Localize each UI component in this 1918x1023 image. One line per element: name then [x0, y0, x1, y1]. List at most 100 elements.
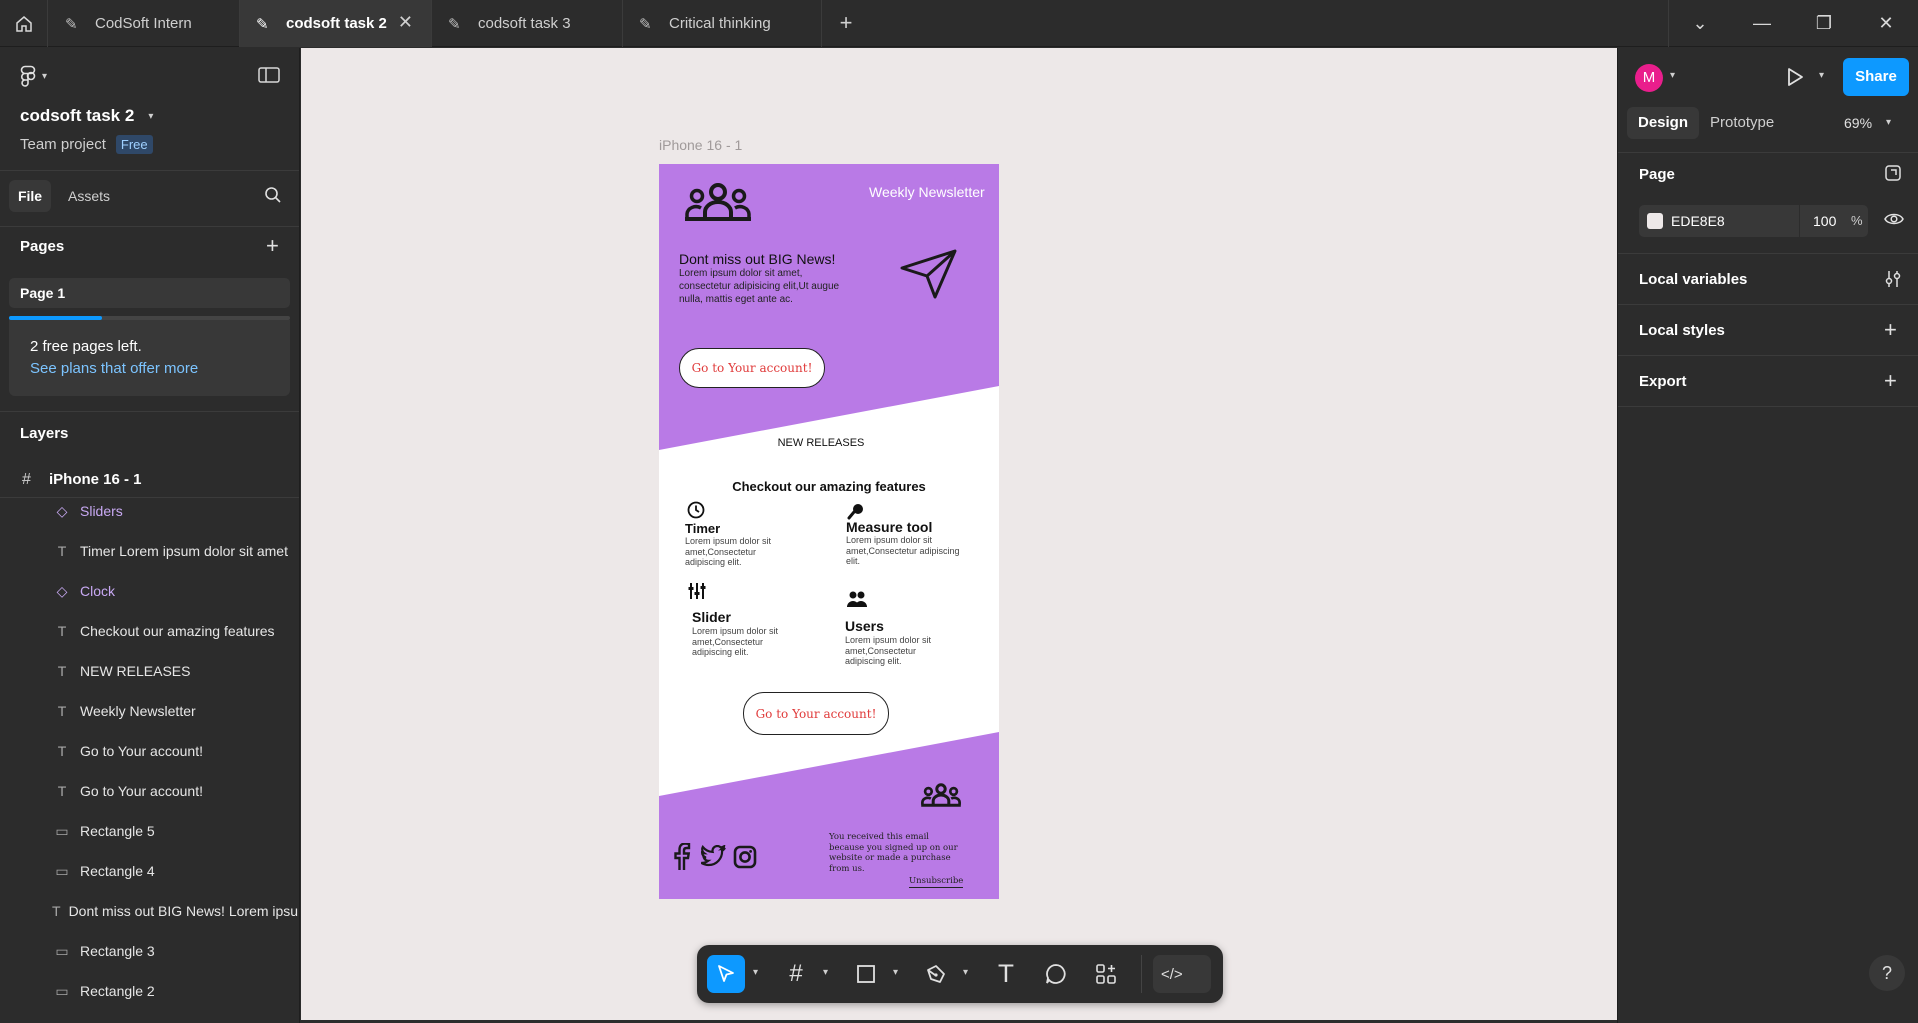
variables-icon[interactable]	[1884, 270, 1902, 288]
chevron-down-icon[interactable]: ▾	[1670, 70, 1675, 81]
footer-disclaimer-text[interactable]: You received this email because you sign…	[829, 832, 964, 874]
chevron-down-icon[interactable]: ▾	[893, 967, 898, 978]
iphone-frame[interactable]: Weekly Newsletter Dont miss out BIG News…	[659, 164, 999, 899]
tab-assets[interactable]: Assets	[68, 180, 110, 212]
chevron-down-icon[interactable]: ▾	[753, 967, 758, 978]
weekly-newsletter-text[interactable]: Weekly Newsletter	[869, 184, 985, 200]
tab-prototype[interactable]: Prototype	[1710, 107, 1774, 139]
headline-body-text[interactable]: Lorem ipsum dolor sit amet, consectetur …	[679, 267, 849, 306]
export-row[interactable]: Export +	[1618, 356, 1918, 406]
component-icon: ◇	[56, 502, 68, 519]
page-fill-field[interactable]: EDE8E8 100 %	[1639, 205, 1868, 237]
layer-item[interactable]: ▭ Rectangle 5	[0, 811, 299, 851]
layer-item[interactable]: ▭ Rectangle 3	[0, 931, 299, 971]
page-color-hex[interactable]: EDE8E8	[1671, 213, 1725, 229]
team-project-label[interactable]: Team project	[20, 136, 106, 153]
facebook-icon[interactable]	[673, 843, 691, 871]
present-button[interactable]	[1785, 66, 1809, 90]
zoom-control[interactable]: 69% ▾	[1844, 107, 1891, 139]
plus-icon[interactable]: +	[1884, 368, 1897, 394]
feature-title-users[interactable]: Users	[845, 618, 884, 634]
code-icon: </>	[1161, 965, 1183, 983]
local-variables-row[interactable]: Local variables	[1618, 254, 1918, 304]
cta-top-button[interactable]: Go to Your account!	[679, 348, 825, 388]
feature-desc-users[interactable]: Lorem ipsum dolor sit amet,Consectetur a…	[845, 635, 945, 667]
visibility-button[interactable]	[1884, 211, 1904, 231]
new-releases-text[interactable]: NEW RELEASES	[659, 437, 983, 449]
layer-item[interactable]: ◇ Clock	[0, 571, 299, 611]
comment-tool-button[interactable]	[1037, 955, 1075, 993]
headline-text[interactable]: Dont miss out BIG News!	[679, 251, 835, 267]
layer-item[interactable]: T Go to Your account!	[0, 731, 299, 771]
search-button[interactable]	[264, 186, 284, 206]
layer-label: Sliders	[80, 503, 123, 519]
instagram-icon[interactable]	[733, 845, 757, 869]
page-style-button[interactable]	[1884, 164, 1904, 184]
feature-title-slider[interactable]: Slider	[692, 609, 731, 625]
canvas[interactable]: iPhone 16 - 1 Weekly Newsletter Dont mis…	[301, 48, 1617, 1020]
layer-item[interactable]: T Weekly Newsletter	[0, 691, 299, 731]
component-icon: ◇	[56, 582, 68, 599]
share-button[interactable]: Share	[1843, 58, 1909, 96]
help-button[interactable]: ?	[1869, 955, 1905, 991]
page-item-page-1[interactable]: Page 1	[9, 278, 290, 308]
feature-desc-measure-tool[interactable]: Lorem ipsum dolor sit amet,Consectetur a…	[846, 535, 968, 567]
minimize-button[interactable]: —	[1742, 8, 1782, 38]
tab-file[interactable]: File	[9, 180, 51, 212]
new-tab-button[interactable]: +	[834, 8, 858, 38]
layer-label: Weekly Newsletter	[80, 703, 196, 719]
plan-badge[interactable]: Free	[115, 135, 153, 154]
cta-bottom-button[interactable]: Go to Your account!	[743, 692, 889, 735]
layer-item[interactable]: T Checkout our amazing features	[0, 611, 299, 651]
features-title-text[interactable]: Checkout our amazing features	[659, 479, 999, 494]
feature-desc-slider[interactable]: Lorem ipsum dolor sit amet,Consectetur a…	[692, 626, 792, 658]
toggle-sidebar-button[interactable]	[258, 66, 282, 86]
pen-tool-button[interactable]	[917, 955, 955, 993]
page-color-swatch[interactable]	[1647, 213, 1663, 229]
home-button[interactable]	[0, 0, 48, 47]
main-menu-button[interactable]: ▾	[20, 64, 60, 88]
file-name-button[interactable]: codsoft task 2 ▾	[20, 106, 153, 126]
layer-item[interactable]: T NEW RELEASES	[0, 651, 299, 691]
text-tool-button[interactable]: T	[987, 955, 1025, 993]
layer-item[interactable]: T Timer Lorem ipsum dolor sit amet	[0, 531, 299, 571]
feature-title-timer[interactable]: Timer	[685, 521, 720, 536]
restore-button[interactable]: ❐	[1804, 8, 1844, 38]
tab-design[interactable]: Design	[1627, 107, 1699, 139]
layer-item[interactable]: T Dont miss out BIG News! Lorem ipsum	[0, 891, 299, 931]
tabs-menu-button[interactable]: ⌄	[1680, 8, 1720, 38]
shape-tool-button[interactable]	[847, 955, 885, 993]
tab-codsoft-task-2[interactable]: ✎ codsoft task 2 ✕	[240, 0, 432, 47]
add-page-button[interactable]: +	[266, 233, 279, 259]
style-icon	[1885, 165, 1901, 181]
chevron-down-icon[interactable]: ▾	[1819, 70, 1824, 81]
tab-codsoft-intern[interactable]: ✎ CodSoft Intern	[49, 0, 240, 47]
layer-item[interactable]: ▭ Rectangle 2	[0, 971, 299, 1011]
feature-title-measure-tool[interactable]: Measure tool	[846, 519, 932, 535]
twitter-icon[interactable]	[701, 845, 727, 867]
feature-desc-timer[interactable]: Lorem ipsum dolor sit amet,Consectetur a…	[685, 536, 785, 568]
sidebar-icon	[258, 67, 280, 83]
page-opacity-value[interactable]: 100	[1813, 213, 1836, 229]
dev-mode-toggle[interactable]: </>	[1153, 955, 1211, 993]
layer-item[interactable]: ◇ Sliders	[0, 491, 299, 531]
design-file-icon: ✎	[448, 15, 461, 33]
local-styles-row[interactable]: Local styles +	[1618, 305, 1918, 355]
unsubscribe-link[interactable]: Unsubscribe	[909, 876, 964, 888]
move-tool-button[interactable]	[707, 955, 745, 993]
project-info: Team project Free	[20, 135, 153, 154]
close-window-button[interactable]: ✕	[1866, 8, 1906, 38]
actions-button[interactable]	[1087, 955, 1125, 993]
avatar[interactable]: M	[1635, 64, 1663, 92]
frame-label[interactable]: iPhone 16 - 1	[659, 137, 742, 153]
plus-icon[interactable]: +	[1884, 317, 1897, 343]
frame-tool-button[interactable]: #	[777, 955, 815, 993]
layer-item[interactable]: T Go to Your account!	[0, 771, 299, 811]
close-tab-icon[interactable]: ✕	[398, 12, 413, 33]
tab-critical-thinking[interactable]: ✎ Critical thinking	[623, 0, 822, 47]
tab-codsoft-task-3[interactable]: ✎ codsoft task 3	[432, 0, 623, 47]
chevron-down-icon[interactable]: ▾	[963, 967, 968, 978]
see-plans-link[interactable]: See plans that offer more	[30, 360, 198, 377]
layer-item[interactable]: ▭ Rectangle 4	[0, 851, 299, 891]
chevron-down-icon[interactable]: ▾	[823, 967, 828, 978]
